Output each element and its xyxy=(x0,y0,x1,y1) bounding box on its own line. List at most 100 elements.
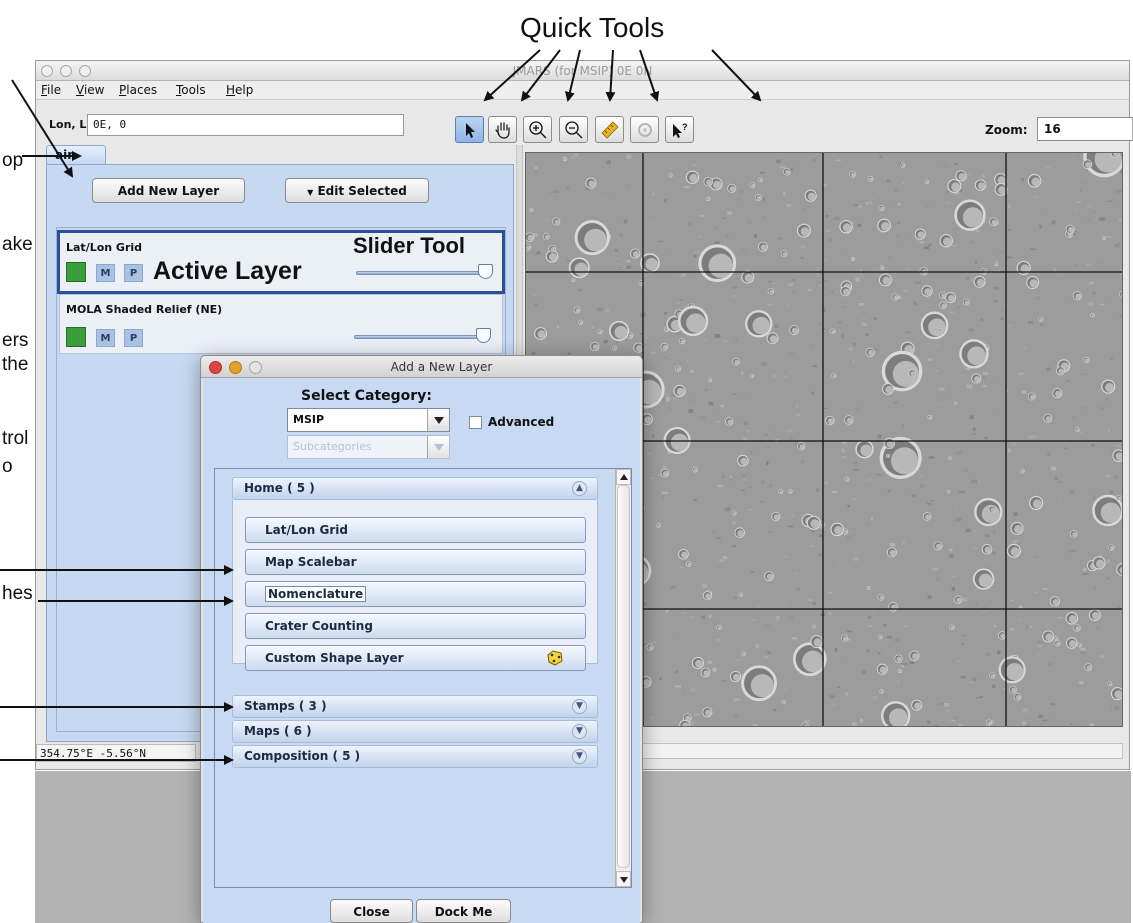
scroll-up-button[interactable] xyxy=(616,469,631,485)
home-section-body: Lat/Lon Grid Map Scalebar Nomenclature C… xyxy=(232,500,598,671)
disabled-tool-button[interactable] xyxy=(630,116,659,143)
edit-selected-button[interactable]: ▼ Edit Selected xyxy=(285,178,429,203)
minimize-dialog-icon[interactable] xyxy=(229,361,242,374)
close-dialog-icon[interactable] xyxy=(209,361,222,374)
scroll-down-button[interactable] xyxy=(616,871,631,887)
zoom-label: Zoom: xyxy=(985,123,1028,137)
layer-item-label: Nomenclature xyxy=(265,586,367,602)
p-button[interactable]: P xyxy=(124,264,143,282)
tab-main[interactable]: ain xyxy=(46,145,106,165)
opacity-slider[interactable] xyxy=(354,335,484,339)
dialog-title: Add a New Layer xyxy=(390,360,493,374)
menu-file[interactable]: File xyxy=(41,83,61,97)
vertical-scrollbar[interactable] xyxy=(615,469,631,887)
close-button[interactable]: Close xyxy=(330,899,413,923)
expand-icon[interactable]: ▼ xyxy=(572,749,587,764)
window-title: JMARS (for MSIP) 0E 0N xyxy=(512,64,653,78)
active-layer-annotation: Active Layer xyxy=(153,257,302,285)
annotation-fragment-6: o xyxy=(2,456,13,477)
opacity-slider-thumb[interactable] xyxy=(476,328,491,343)
layer-item-nomenclature[interactable]: Nomenclature xyxy=(245,581,586,607)
layer-row-lat-lon-grid[interactable]: Lat/Lon Grid M P Active Layer Slider Too… xyxy=(57,230,505,294)
subcategory-placeholder: Subcategories xyxy=(293,440,372,453)
dialog-titlebar: Add a New Layer xyxy=(201,356,642,378)
layer-row-mola-shaded-relief[interactable]: MOLA Shaded Relief (NE) M P xyxy=(59,294,503,354)
gear-disabled-icon xyxy=(638,123,652,137)
annotation-fragment-7: hes xyxy=(2,583,33,604)
layer-name: MOLA Shaded Relief (NE) xyxy=(66,303,223,316)
layer-item-lat-lon-grid[interactable]: Lat/Lon Grid xyxy=(245,517,586,543)
layer-catalog-scrollpane[interactable]: Home ( 5 ) ▲ Lat/Lon Grid Map Scalebar N… xyxy=(214,468,632,888)
svg-text:?: ? xyxy=(682,122,688,132)
p-button[interactable]: P xyxy=(124,329,143,347)
section-home[interactable]: Home ( 5 ) ▲ xyxy=(232,477,598,500)
section-label: Home ( 5 ) xyxy=(244,481,315,495)
section-maps[interactable]: Maps ( 6 ) ▼ xyxy=(232,720,598,743)
select-category-label: Select Category: xyxy=(301,388,432,404)
layer-item-label: Crater Counting xyxy=(265,619,373,633)
annotation-fragment-1: op xyxy=(2,150,24,171)
minimize-window-icon[interactable] xyxy=(60,65,72,77)
lonlat-input[interactable]: 0E, 0 xyxy=(87,114,404,136)
menu-help-rest: elp xyxy=(235,83,254,97)
menu-tools[interactable]: Tools xyxy=(176,83,206,97)
zoom-out-icon xyxy=(565,121,583,139)
cursor-coordinates: 354.75°E -5.56°N xyxy=(36,744,196,762)
menu-file-rest: ile xyxy=(47,83,62,97)
advanced-label: Advanced xyxy=(488,415,555,429)
expand-icon[interactable]: ▼ xyxy=(572,724,587,739)
section-label: Maps ( 6 ) xyxy=(244,724,312,738)
investigate-tool-button[interactable]: ? xyxy=(665,116,694,143)
opacity-slider[interactable] xyxy=(356,271,486,275)
add-new-layer-dialog: Add a New Layer Select Category: MSIP Su… xyxy=(200,355,643,923)
collapse-icon[interactable]: ▲ xyxy=(572,481,587,496)
layer-color-swatch[interactable] xyxy=(66,262,86,282)
select-arrow-icon xyxy=(466,123,475,138)
layer-item-map-scalebar[interactable]: Map Scalebar xyxy=(245,549,586,575)
expand-icon[interactable]: ▼ xyxy=(572,699,587,714)
dialog-body: Select Category: MSIP Subcategories Adva… xyxy=(203,378,640,923)
edit-selected-label: Edit Selected xyxy=(317,184,407,198)
zoom-in-icon xyxy=(529,121,547,139)
measure-tool-button[interactable] xyxy=(595,116,624,143)
custom-shape-icon xyxy=(547,650,563,666)
menu-tools-rest: ools xyxy=(181,83,206,97)
section-composition[interactable]: Composition ( 5 ) ▼ xyxy=(232,745,598,768)
slider-tool-annotation: Slider Tool xyxy=(353,233,466,258)
menu-view-rest: iew xyxy=(83,83,105,97)
section-label: Stamps ( 3 ) xyxy=(244,699,327,713)
add-new-layer-button[interactable]: Add New Layer xyxy=(92,178,245,203)
annotation-fragment-5: trol xyxy=(2,428,29,449)
pan-hand-icon xyxy=(495,122,510,139)
m-button[interactable]: M xyxy=(96,264,115,282)
dock-me-button[interactable]: Dock Me xyxy=(416,899,511,923)
scrollbar-thumb[interactable] xyxy=(617,485,630,868)
section-stamps[interactable]: Stamps ( 3 ) ▼ xyxy=(232,695,598,718)
menu-places[interactable]: Places xyxy=(119,83,157,97)
menu-bar: File View Places Tools Help xyxy=(36,81,1129,100)
advanced-checkbox[interactable] xyxy=(469,416,482,429)
chevron-down-icon[interactable] xyxy=(427,409,449,431)
layer-item-custom-shape-layer[interactable]: Custom Shape Layer xyxy=(245,645,586,671)
menu-view[interactable]: View xyxy=(76,83,104,97)
layer-item-crater-counting[interactable]: Crater Counting xyxy=(245,613,586,639)
zoom-dialog-icon[interactable] xyxy=(249,361,262,374)
opacity-slider-thumb[interactable] xyxy=(478,264,493,279)
close-window-icon[interactable] xyxy=(41,65,53,77)
investigate-icon: ? xyxy=(673,122,688,138)
zoom-out-tool-button[interactable] xyxy=(559,116,588,143)
menu-help[interactable]: Help xyxy=(226,83,253,97)
select-tool-button[interactable] xyxy=(455,116,484,143)
zoom-value: 16 xyxy=(1044,122,1061,136)
ruler-icon xyxy=(601,121,619,139)
layer-color-swatch[interactable] xyxy=(66,327,86,347)
zoom-select[interactable]: 16 xyxy=(1037,117,1133,141)
m-button[interactable]: M xyxy=(96,329,115,347)
zoom-window-icon[interactable] xyxy=(79,65,91,77)
annotation-fragment-3: ers xyxy=(2,330,29,351)
layer-name: Lat/Lon Grid xyxy=(66,241,143,254)
category-select[interactable]: MSIP xyxy=(287,408,450,432)
zoom-in-tool-button[interactable] xyxy=(523,116,552,143)
pan-tool-button[interactable] xyxy=(488,116,517,143)
subcategory-select: Subcategories xyxy=(287,435,450,459)
